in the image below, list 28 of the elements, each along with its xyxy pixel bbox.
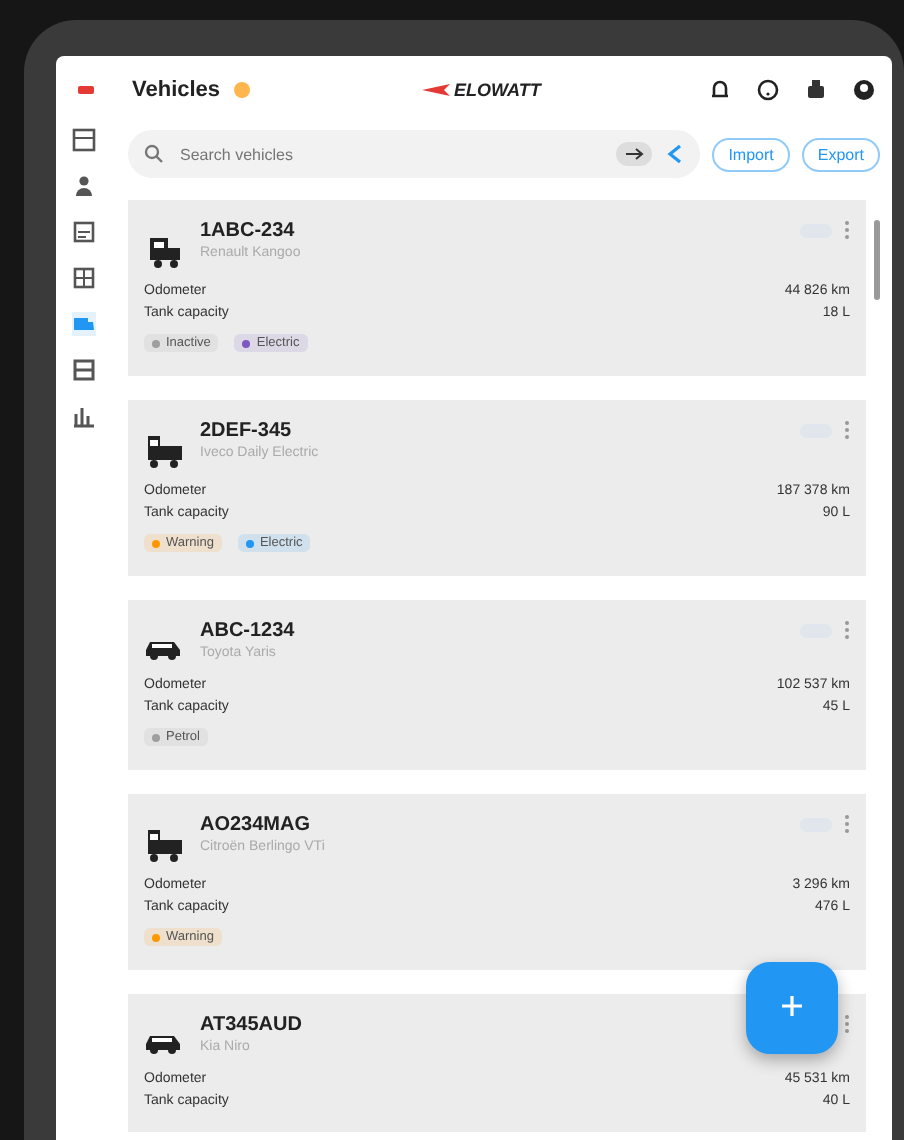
bag-icon[interactable]: [804, 78, 828, 102]
plate-number: 1ABC-234: [200, 220, 297, 242]
bell-icon[interactable]: [708, 78, 732, 102]
search-field[interactable]: Search vehicles: [176, 143, 605, 165]
brand-logo: ELOWATT: [420, 80, 672, 100]
help-icon[interactable]: [756, 78, 780, 102]
plate-number: ABC-1234: [200, 620, 297, 642]
car-icon: [144, 640, 182, 662]
car-icon: [144, 1034, 182, 1056]
chart-icon[interactable]: [72, 404, 96, 428]
page-title: Vehicles: [132, 78, 221, 102]
search-bar[interactable]: Search vehicles: [128, 130, 701, 178]
van-icon: [144, 232, 184, 268]
account-icon[interactable]: [852, 78, 876, 102]
plate-number: 2DEF-345: [200, 420, 294, 442]
plate-number: AO234MAG: [200, 814, 313, 836]
dashboard-icon[interactable]: [72, 128, 96, 152]
grid-icon[interactable]: [72, 266, 96, 290]
table-icon[interactable]: [72, 358, 96, 382]
document-icon[interactable]: [72, 220, 96, 244]
plus-icon: [782, 996, 802, 1016]
scrollbar[interactable]: [874, 220, 880, 300]
menu-icon[interactable]: [76, 82, 96, 98]
logo-mark-icon: [420, 82, 452, 98]
person-icon[interactable]: [72, 174, 96, 198]
plate-number: AT345AUD: [200, 1014, 304, 1036]
search-icon: [144, 144, 164, 164]
sun-icon: [232, 80, 253, 100]
